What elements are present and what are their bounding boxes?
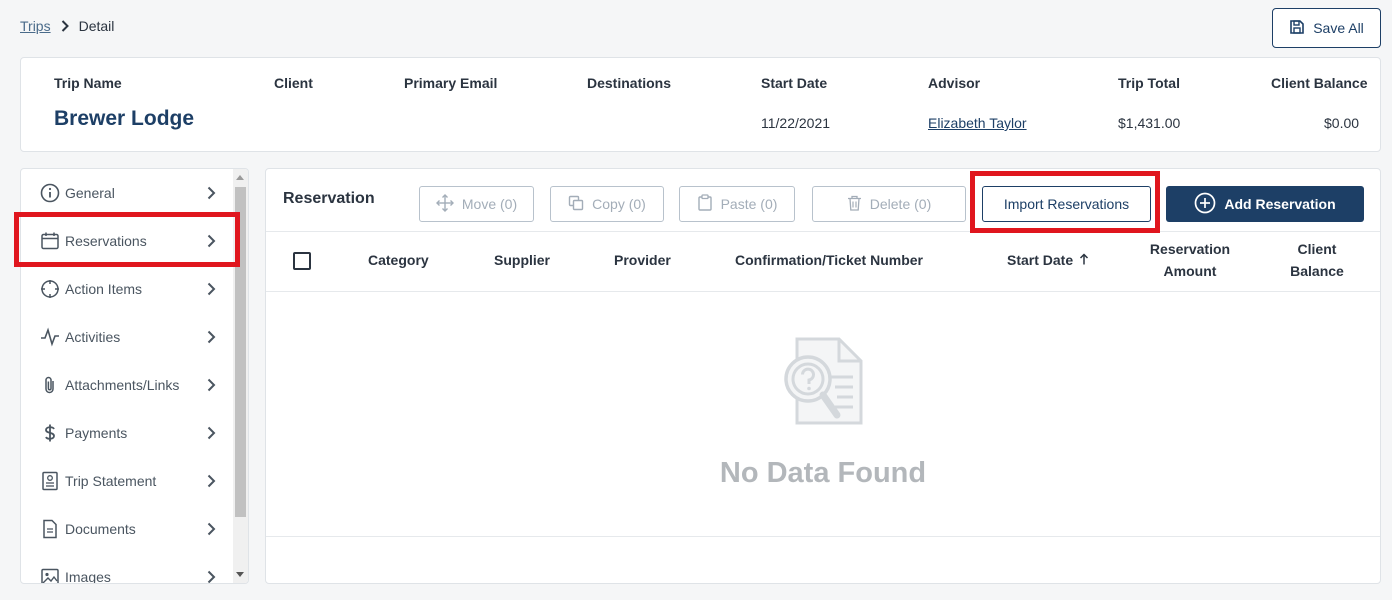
chevron-right-icon bbox=[207, 522, 216, 536]
col-client-balance-line2: Balance bbox=[1290, 263, 1344, 279]
clipboard-icon bbox=[697, 194, 713, 214]
col-trip-total: Trip Total bbox=[1118, 75, 1180, 91]
trip-header-card: Trip Name Client Primary Email Destinati… bbox=[20, 57, 1381, 152]
scroll-up-arrow-icon[interactable] bbox=[236, 175, 244, 180]
copy-label: Copy (0) bbox=[592, 196, 646, 212]
pulse-icon bbox=[39, 326, 61, 348]
move-icon bbox=[435, 193, 454, 215]
save-all-label: Save All bbox=[1313, 20, 1364, 36]
reservation-panel: Reservation Move (0) Copy (0) Paste (0) … bbox=[265, 168, 1381, 584]
chevron-right-icon bbox=[207, 378, 216, 392]
save-all-button[interactable]: Save All bbox=[1272, 8, 1381, 48]
col-client: Client bbox=[274, 75, 313, 91]
col-reservation-amount[interactable]: Reservation Amount bbox=[1140, 238, 1240, 282]
col-provider[interactable]: Provider bbox=[614, 252, 671, 268]
trip-total-value: $1,431.00 bbox=[1118, 115, 1181, 131]
sidebar-item-documents[interactable]: Documents bbox=[21, 505, 233, 553]
start-date-value: 11/22/2021 bbox=[761, 115, 831, 131]
image-icon bbox=[39, 566, 61, 583]
chevron-right-icon bbox=[207, 186, 216, 200]
copy-button[interactable]: Copy (0) bbox=[550, 186, 664, 222]
col-client-balance: Client Balance bbox=[1271, 75, 1368, 91]
move-button[interactable]: Move (0) bbox=[419, 186, 534, 222]
add-reservation-label: Add Reservation bbox=[1224, 196, 1336, 212]
select-all-checkbox[interactable] bbox=[293, 252, 311, 270]
paperclip-icon bbox=[39, 374, 61, 396]
chevron-right-icon bbox=[207, 474, 216, 488]
col-client-balance[interactable]: Client Balance bbox=[1277, 238, 1357, 282]
col-confirmation-ticket-number[interactable]: Confirmation/Ticket Number bbox=[735, 252, 923, 268]
col-start-date: Start Date bbox=[761, 75, 828, 91]
breadcrumb-trips-link[interactable]: Trips bbox=[20, 18, 51, 34]
chevron-right-icon bbox=[207, 570, 216, 583]
scroll-down-arrow-icon[interactable] bbox=[236, 572, 244, 577]
sidebar-item-attachments-links[interactable]: Attachments/Links bbox=[21, 361, 233, 409]
trash-icon bbox=[847, 195, 862, 214]
copy-icon bbox=[568, 195, 584, 214]
sidebar-item-action-items[interactable]: Action Items bbox=[21, 265, 233, 313]
chevron-right-icon bbox=[207, 330, 216, 344]
chevron-right-icon bbox=[207, 426, 216, 440]
delete-label: Delete (0) bbox=[869, 196, 932, 212]
sidebar-item-payments[interactable]: Payments bbox=[21, 409, 233, 457]
paste-button[interactable]: Paste (0) bbox=[679, 186, 795, 222]
move-label: Move (0) bbox=[461, 196, 518, 212]
col-primary-email: Primary Email bbox=[404, 75, 498, 91]
add-reservation-button[interactable]: Add Reservation bbox=[1166, 186, 1364, 222]
col-reservation-amount-line1: Reservation bbox=[1149, 241, 1231, 257]
paste-label: Paste (0) bbox=[720, 196, 778, 212]
chevron-right-icon bbox=[207, 282, 216, 296]
no-data-search-document-icon bbox=[777, 335, 869, 434]
col-advisor: Advisor bbox=[928, 75, 981, 91]
dollar-icon bbox=[39, 422, 61, 444]
info-icon bbox=[39, 182, 61, 204]
col-destinations: Destinations bbox=[587, 75, 672, 91]
chevron-right-icon bbox=[61, 20, 69, 32]
panel-title: Reservation bbox=[283, 190, 375, 207]
col-client-balance-line1: Client bbox=[1297, 241, 1337, 257]
trip-name-value: Brewer Lodge bbox=[54, 107, 195, 130]
statement-icon bbox=[39, 470, 61, 492]
sidebar-item-general[interactable]: General bbox=[21, 169, 233, 217]
advisor-link[interactable]: Elizabeth Taylor bbox=[928, 115, 1027, 131]
annotation-highlight-import bbox=[970, 171, 1160, 233]
client-balance-value: $0.00 bbox=[1324, 115, 1360, 131]
col-trip-name: Trip Name bbox=[54, 75, 122, 91]
col-category[interactable]: Category bbox=[368, 252, 429, 268]
plus-circle-icon bbox=[1194, 192, 1216, 217]
save-icon bbox=[1289, 19, 1305, 38]
target-icon bbox=[39, 278, 61, 300]
delete-button[interactable]: Delete (0) bbox=[812, 186, 966, 222]
breadcrumb: Trips Detail bbox=[20, 18, 114, 34]
table-header: Category Supplier Provider Confirmation/… bbox=[266, 231, 1380, 292]
breadcrumb-current: Detail bbox=[78, 18, 115, 34]
col-reservation-amount-line2: Amount bbox=[1163, 263, 1217, 279]
annotation-highlight-reservations bbox=[14, 212, 240, 267]
sidebar-item-trip-statement[interactable]: Trip Statement bbox=[21, 457, 233, 505]
document-icon bbox=[39, 518, 61, 540]
col-supplier[interactable]: Supplier bbox=[494, 252, 550, 268]
sort-ascending-icon bbox=[1079, 252, 1089, 268]
table-divider bbox=[266, 536, 1380, 537]
col-start-date[interactable]: Start Date bbox=[1007, 252, 1089, 268]
no-data-message: No Data Found bbox=[719, 457, 927, 489]
col-start-date-label: Start Date bbox=[1007, 252, 1074, 268]
sidebar-item-activities[interactable]: Activities bbox=[21, 313, 233, 361]
sidebar-item-images[interactable]: Images bbox=[21, 553, 233, 583]
